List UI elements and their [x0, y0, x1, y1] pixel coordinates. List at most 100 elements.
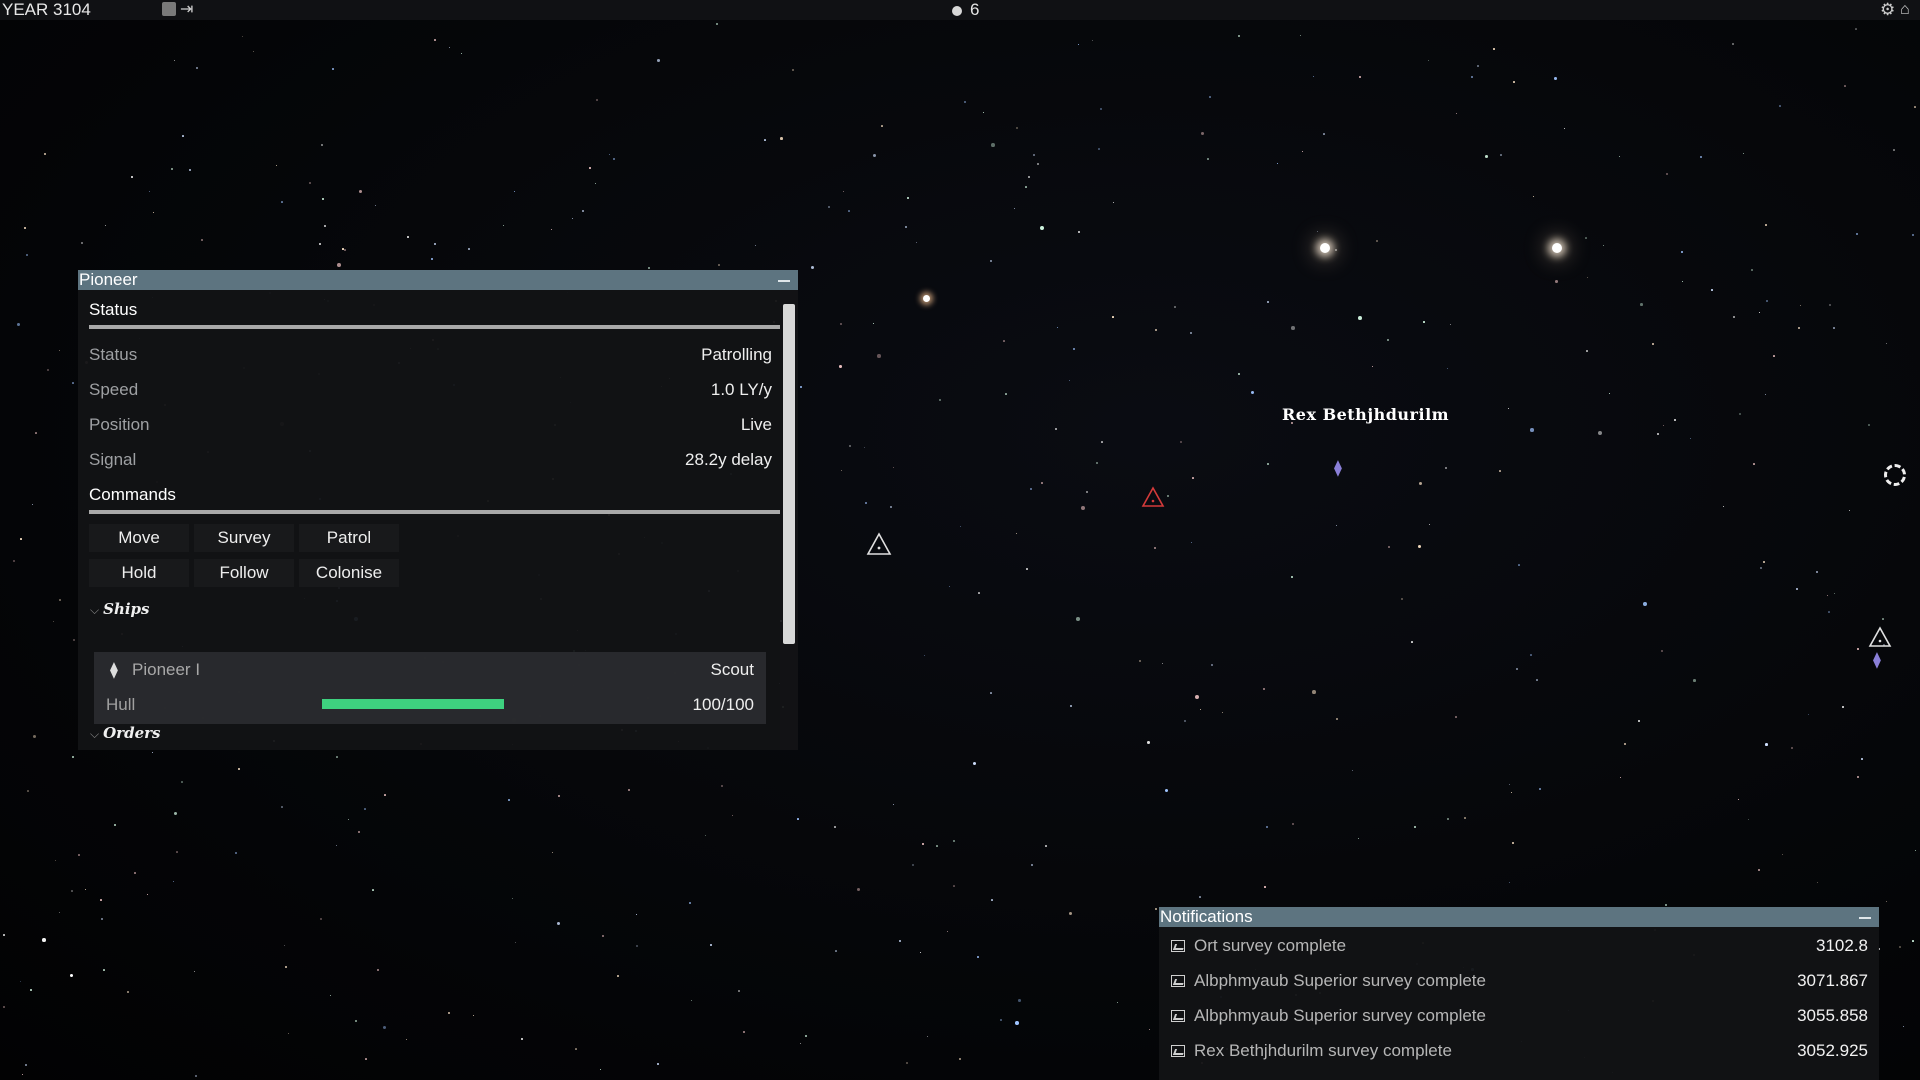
- star: [1456, 113, 1458, 115]
- star: [1113, 202, 1115, 204]
- hold-button[interactable]: Hold: [89, 559, 189, 587]
- star: [284, 945, 286, 947]
- colonise-button[interactable]: Colonise: [299, 559, 399, 587]
- star: [431, 258, 434, 261]
- notification-item[interactable]: Albphmyaub Superior survey complete 3055…: [1171, 1006, 1868, 1034]
- star: [152, 752, 154, 754]
- star: [1015, 1021, 1019, 1025]
- hostile-warning-icon[interactable]: [1141, 486, 1165, 508]
- star: [1791, 747, 1793, 749]
- ship-name: Pioneer I: [132, 660, 201, 679]
- chevron-down-icon: ⌵: [90, 727, 100, 741]
- gear-icon[interactable]: ⚙: [1880, 0, 1895, 20]
- star: [70, 974, 74, 978]
- star: [1732, 43, 1734, 45]
- star: [25, 1064, 28, 1067]
- move-button[interactable]: Move: [89, 524, 189, 552]
- warning-icon[interactable]: [866, 532, 892, 556]
- fleet-marker-icon[interactable]: ⧫: [1873, 650, 1881, 670]
- star: [1238, 373, 1240, 375]
- star: [1419, 482, 1423, 486]
- star: [1292, 823, 1295, 826]
- star: [73, 639, 76, 642]
- star: [359, 190, 362, 193]
- star: [953, 885, 955, 887]
- star: [1401, 598, 1404, 601]
- home-icon[interactable]: ⌂: [1900, 0, 1910, 20]
- star: [905, 226, 908, 229]
- star: [59, 599, 61, 601]
- ships-section-toggle[interactable]: ⌵ Ships: [90, 600, 149, 618]
- panel-header[interactable]: Pioneer: [78, 270, 798, 290]
- star: [1238, 35, 1241, 38]
- star: [689, 902, 692, 905]
- exit-arrow-icon[interactable]: ⇥: [180, 0, 193, 20]
- target-reticle-icon[interactable]: [1884, 464, 1906, 486]
- orders-section-toggle[interactable]: ⌵ Orders: [90, 724, 160, 742]
- square-toggle-icon[interactable]: [162, 2, 176, 16]
- chevron-down-icon: ⌵: [90, 603, 100, 617]
- star: [309, 182, 312, 185]
- star: [26, 254, 28, 256]
- star: [503, 225, 505, 227]
- star: [1291, 576, 1293, 578]
- star: [849, 445, 852, 448]
- star: [1222, 712, 1224, 714]
- star: [101, 918, 104, 921]
- notification-item[interactable]: Ort survey complete 3102.8: [1171, 936, 1868, 964]
- star: [936, 845, 938, 847]
- star: [648, 267, 651, 270]
- ship-card[interactable]: ⧫ Pioneer I Scout Hull 100/100: [94, 652, 766, 724]
- notification-date: 3071.867: [1797, 971, 1868, 990]
- minimize-icon[interactable]: [1859, 917, 1871, 919]
- ship-class: Scout: [710, 660, 754, 679]
- panel-header[interactable]: Notifications: [1159, 907, 1879, 927]
- notification-item[interactable]: Albphmyaub Superior survey complete 3071…: [1171, 971, 1868, 999]
- star: [1899, 946, 1901, 948]
- star: [1040, 226, 1044, 230]
- star: [1149, 1029, 1151, 1031]
- star: [1886, 343, 1888, 345]
- star[interactable]: [1320, 243, 1330, 253]
- star: [1414, 826, 1416, 828]
- star: [407, 236, 409, 238]
- star: [1511, 792, 1513, 794]
- follow-button[interactable]: Follow: [194, 559, 294, 587]
- star: [1147, 741, 1150, 744]
- star[interactable]: [1552, 243, 1562, 253]
- star: [609, 154, 611, 156]
- scrollbar-thumb[interactable]: [783, 304, 795, 644]
- patrol-button[interactable]: Patrol: [299, 524, 399, 552]
- notification-item[interactable]: Rex Bethjhdurilm survey complete 3052.92…: [1171, 1041, 1868, 1069]
- signal-indicator[interactable]: 6: [952, 0, 979, 20]
- position-value: Live: [740, 415, 772, 434]
- star: [1447, 368, 1449, 370]
- system-label[interactable]: Rex Bethjhdurilm: [1282, 405, 1449, 424]
- survey-button[interactable]: Survey: [194, 524, 294, 552]
- star: [977, 956, 979, 958]
- star: [1609, 393, 1611, 395]
- star: [1711, 289, 1713, 291]
- minimize-icon[interactable]: [778, 280, 790, 282]
- star: [657, 1063, 659, 1065]
- star[interactable]: [923, 295, 930, 302]
- star: [1624, 743, 1627, 746]
- star: [1765, 394, 1767, 396]
- star: [1428, 60, 1430, 62]
- star: [201, 239, 203, 241]
- star: [1765, 224, 1767, 226]
- star: [330, 995, 332, 997]
- star: [1447, 818, 1450, 821]
- star: [1857, 648, 1860, 651]
- warning-icon[interactable]: [1868, 626, 1892, 648]
- star: [1508, 408, 1510, 410]
- fleet-marker-icon[interactable]: ⧫: [1334, 458, 1342, 478]
- star: [835, 950, 837, 952]
- star: [912, 864, 915, 867]
- star: [377, 969, 379, 971]
- star: [1530, 654, 1532, 656]
- star: [1499, 470, 1501, 472]
- panel-scrollbar[interactable]: [780, 290, 798, 750]
- star: [738, 990, 740, 992]
- star: [1016, 533, 1017, 534]
